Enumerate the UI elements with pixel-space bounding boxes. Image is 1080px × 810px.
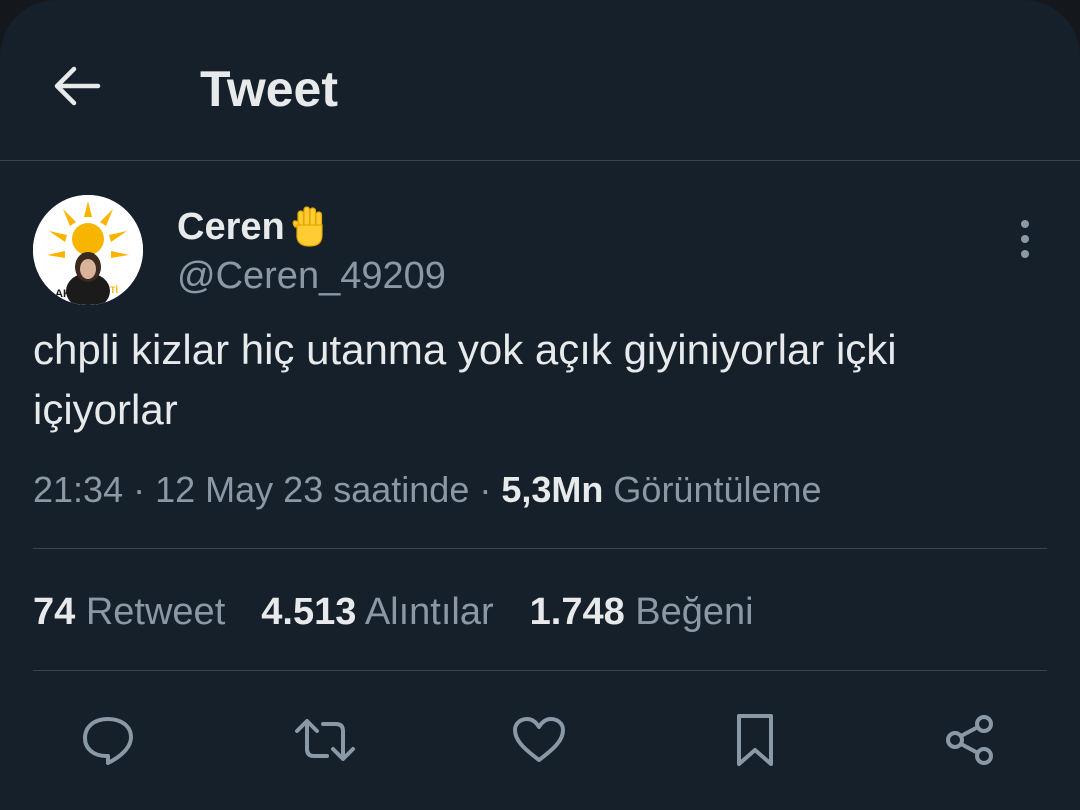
raised-hand-icon <box>289 205 329 249</box>
svg-text:AK: AK <box>55 288 71 300</box>
share-icon <box>946 715 993 765</box>
share-button[interactable] <box>938 708 1002 772</box>
views-label: Görüntüleme <box>613 469 822 510</box>
bookmark-button[interactable] <box>723 708 787 772</box>
tweet-date[interactable]: 12 May 23 saatinde <box>155 469 469 510</box>
tweet-meta: 21:34 · 12 May 23 saatinde · 5,3Mn Görün… <box>33 466 822 514</box>
tweet-text: chpli kizlar hiç utanma yok açık giyiniy… <box>33 326 897 433</box>
likes-stat[interactable]: 1.748 Beğeni <box>530 588 754 636</box>
display-name[interactable]: Ceren <box>177 204 285 250</box>
divider <box>33 670 1047 671</box>
divider <box>33 548 1047 549</box>
more-vertical-icon <box>1021 220 1029 258</box>
reply-icon <box>83 717 133 765</box>
retweet-button[interactable] <box>293 708 357 772</box>
like-icon <box>513 717 565 762</box>
retweets-label: Retweet <box>85 591 226 633</box>
action-bar <box>0 700 1080 780</box>
tweet-time[interactable]: 21:34 <box>33 469 123 510</box>
quotes-stat[interactable]: 4.513 Alıntılar <box>261 588 493 636</box>
avatar-image: AK Tİ <box>33 195 143 305</box>
quotes-count: 4.513 <box>261 591 357 633</box>
avatar[interactable]: AK Tİ <box>33 195 143 305</box>
reply-button[interactable] <box>76 708 140 772</box>
views-count: 5,3Mn <box>501 469 604 510</box>
back-button[interactable] <box>46 58 108 114</box>
top-bar: Tweet <box>0 0 1080 161</box>
author-name-row[interactable]: Ceren <box>177 204 329 250</box>
likes-count: 1.748 <box>529 591 625 633</box>
retweet-icon <box>295 719 355 761</box>
meta-separator: · <box>133 469 146 510</box>
meta-separator: · <box>479 469 492 510</box>
likes-label: Beğeni <box>635 591 754 633</box>
retweets-count: 74 <box>33 591 76 633</box>
svg-text:Tİ: Tİ <box>110 285 118 295</box>
author-handle[interactable]: @Ceren_49209 <box>177 253 446 299</box>
quotes-label: Alıntılar <box>364 591 494 633</box>
engagement-stats: 74 Retweet 4.513 Alıntılar 1.748 Beğeni <box>33 588 790 636</box>
retweets-stat[interactable]: 74 Retweet <box>33 588 225 636</box>
more-options-button[interactable] <box>1004 214 1046 264</box>
arrow-left-icon <box>54 66 101 106</box>
tweet-detail-screen: Tweet AK Tİ Ceren @Ceren_49209 chpli kiz… <box>0 0 1080 810</box>
like-button[interactable] <box>507 708 571 772</box>
page-title: Tweet <box>200 61 338 117</box>
bookmark-icon <box>737 714 773 766</box>
